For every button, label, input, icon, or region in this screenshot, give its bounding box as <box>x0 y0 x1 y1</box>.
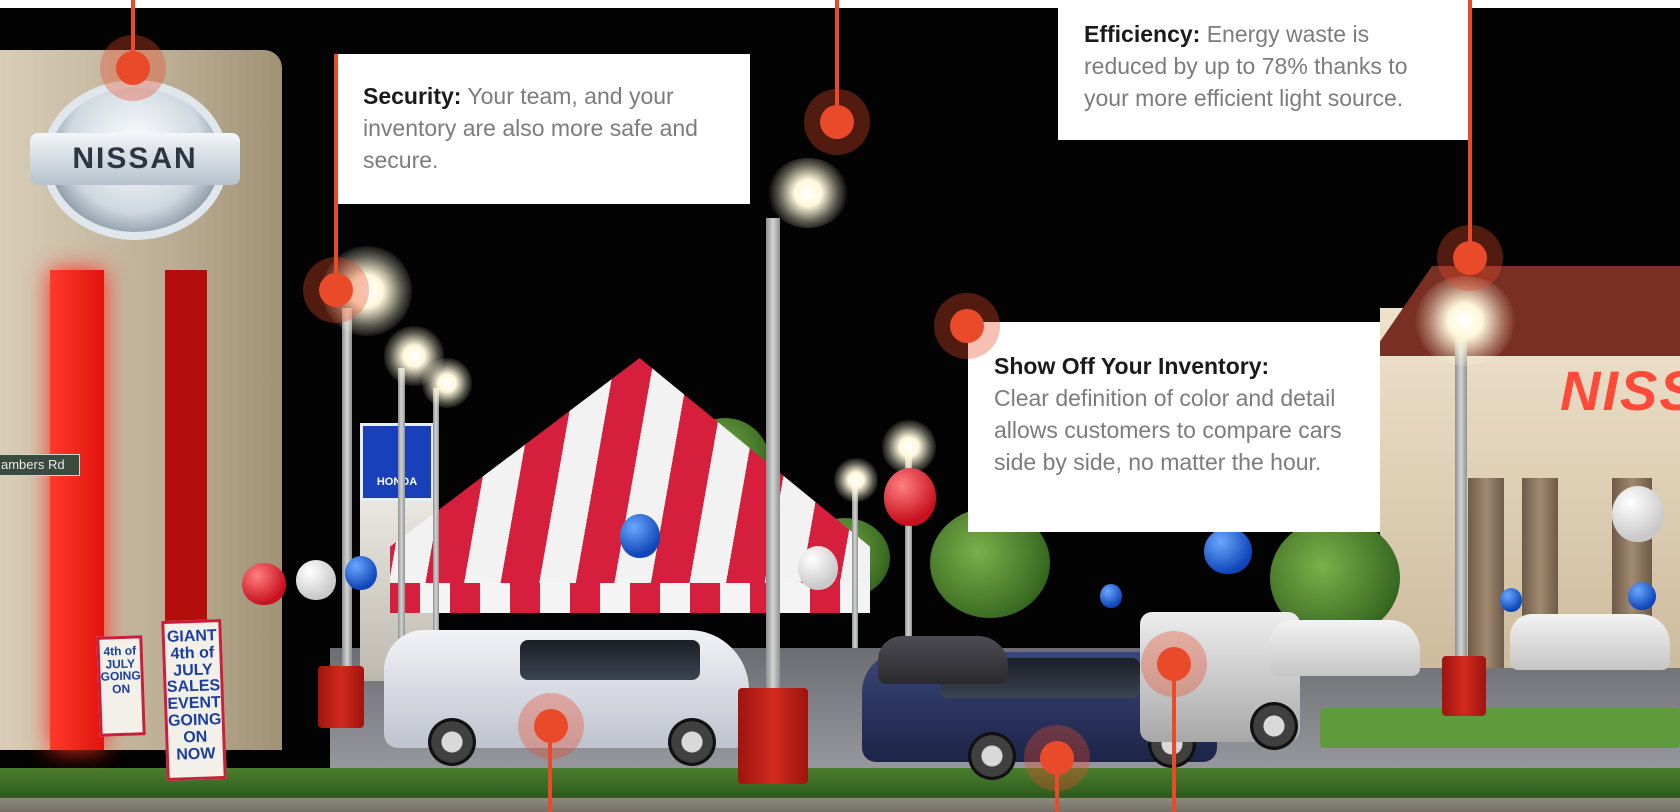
blue-balloon <box>1204 528 1252 574</box>
inventory-callout-body: Clear definition of color and detail all… <box>994 385 1342 475</box>
display-barrel <box>1442 656 1486 716</box>
blue-balloon <box>1628 582 1656 610</box>
july-sale-sign: GIANT 4th of JULY SALES EVENT GOING ON N… <box>161 619 227 781</box>
car-wheel <box>428 718 476 766</box>
light-pole <box>433 388 439 668</box>
efficiency-leader-line <box>1468 0 1472 256</box>
pylon-marker[interactable] <box>100 35 166 101</box>
red-balloon <box>884 468 936 526</box>
honda-sign-label: HONDA <box>376 476 418 488</box>
car-wheel <box>668 718 716 766</box>
car-wheel <box>1250 702 1298 750</box>
white-balloon <box>1612 486 1664 542</box>
blue-balloon <box>1100 584 1122 608</box>
display-barrel <box>738 688 808 784</box>
blue-balloon <box>1500 588 1522 612</box>
light-pole <box>852 478 858 648</box>
red-balloon <box>242 563 286 605</box>
pole-top-marker[interactable] <box>804 89 870 155</box>
white-car <box>1510 614 1670 670</box>
blue-balloon <box>620 514 660 558</box>
car-window <box>520 640 700 680</box>
pylon-red-panel <box>50 270 104 750</box>
inventory-marker[interactable] <box>934 293 1000 359</box>
white-car <box>1270 620 1420 676</box>
security-callout-heading: Security: <box>363 83 462 109</box>
showroom-sign: NISS <box>1560 359 1680 422</box>
lamp-glow <box>768 158 848 228</box>
car-marker[interactable] <box>518 693 584 759</box>
street-sign: ambers Rd <box>0 454 80 476</box>
security-accent-bar <box>334 54 338 290</box>
july-sale-sign: 4th of JULY GOING ON <box>96 635 146 737</box>
car-wheel <box>968 732 1016 780</box>
white-balloon <box>798 546 838 590</box>
lamp-glow <box>422 358 472 408</box>
light-pole <box>1455 338 1467 658</box>
blue-balloon <box>345 556 377 590</box>
showroom-column <box>1468 478 1504 668</box>
grass-strip <box>0 768 1680 798</box>
efficiency-callout-heading: Efficiency: <box>1084 21 1201 47</box>
security-callout: Security: Your team, and your inventory … <box>334 54 750 204</box>
truck-marker[interactable] <box>1141 631 1207 697</box>
tent-skirt <box>390 583 870 613</box>
inventory-callout: Show Off Your Inventory: Clear definitio… <box>968 322 1380 532</box>
lot-marker[interactable] <box>1024 725 1090 791</box>
lawn-strip <box>1320 708 1680 748</box>
display-barrel <box>318 666 364 728</box>
sidewalk <box>0 798 1680 812</box>
light-pole <box>342 308 352 668</box>
lamp-glow <box>882 420 936 474</box>
white-balloon <box>296 560 336 600</box>
efficiency-callout: Efficiency: Energy waste is reduced by u… <box>1058 0 1468 140</box>
light-pole <box>398 368 405 668</box>
lamp-glow <box>834 458 878 502</box>
nissan-logo: NISSAN <box>30 133 240 185</box>
inventory-callout-heading: Show Off Your Inventory: <box>994 353 1270 379</box>
security-marker[interactable] <box>303 257 369 323</box>
efficiency-marker[interactable] <box>1437 225 1503 291</box>
honda-sign: HONDA <box>360 423 434 501</box>
grey-car <box>878 636 1008 684</box>
